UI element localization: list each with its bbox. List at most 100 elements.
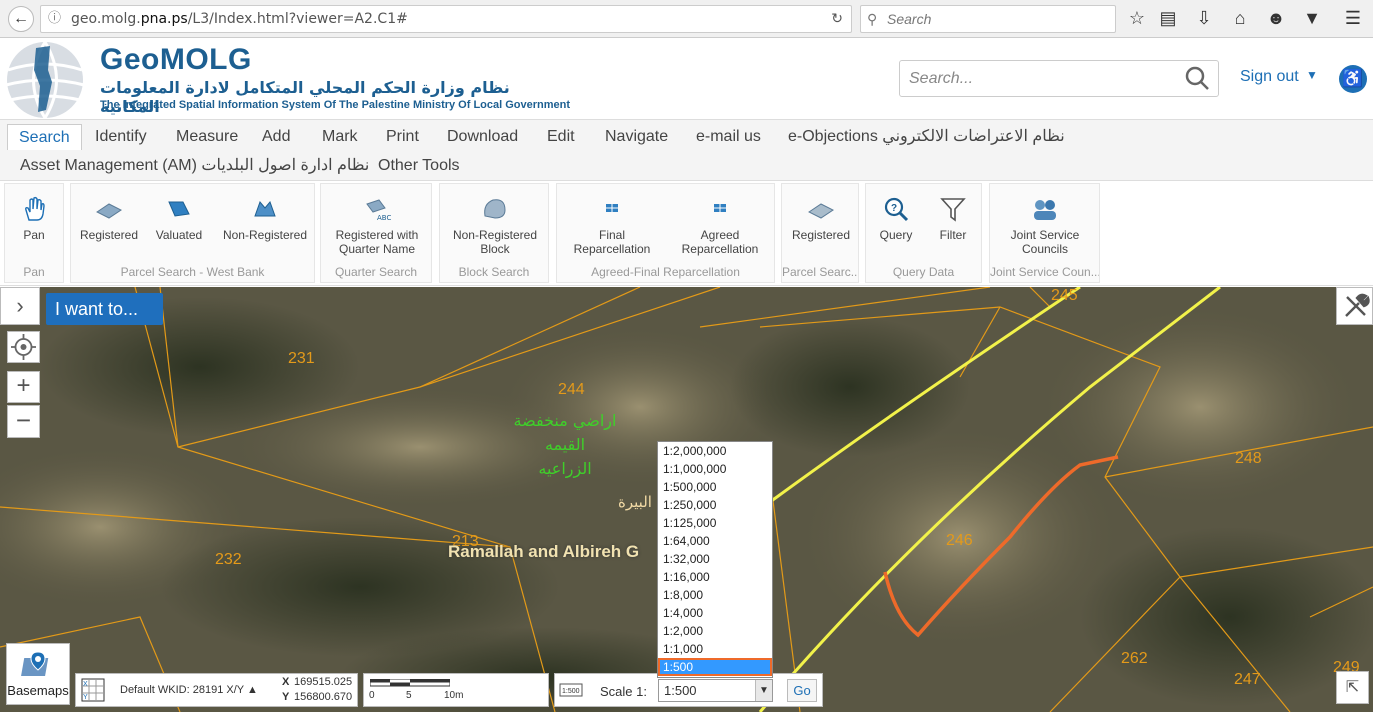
tab-measure[interactable]: Measure: [165, 124, 249, 150]
tab-add[interactable]: Add: [251, 124, 301, 150]
parcel-label: 245: [1051, 287, 1078, 304]
tab-download[interactable]: Download: [436, 124, 529, 150]
tab-e-objections[interactable]: e-Objections نظام الاعتراضات الالكتروني: [777, 124, 1076, 150]
back-arrow-icon[interactable]: ←: [8, 6, 34, 32]
pocket-icon[interactable]: ▼: [1301, 8, 1323, 28]
registered-parcel-button-2[interactable]: Registered: [786, 196, 856, 242]
svg-text:ABC: ABC: [377, 214, 391, 222]
zoom-out-minus-icon[interactable]: −: [7, 405, 40, 438]
app-search-input[interactable]: Search...: [899, 60, 1219, 97]
chevron-down-icon[interactable]: ▼: [1306, 68, 1318, 82]
tab-print[interactable]: Print: [375, 124, 430, 150]
tab-edit[interactable]: Edit: [536, 124, 586, 150]
scale-ruler-icon: 1:500: [559, 683, 583, 697]
quarter-name-icon: ABC: [366, 199, 391, 222]
home-icon[interactable]: ⌂: [1229, 8, 1251, 28]
scale-option[interactable]: 1:16,000: [658, 568, 772, 586]
zoom-in-plus-icon[interactable]: +: [7, 371, 40, 403]
app-search-placeholder: Search...: [909, 70, 974, 87]
group-pan-label: Pan: [23, 265, 45, 279]
scale-bar-graphic: [370, 679, 450, 687]
hamburger-menu-icon[interactable]: ☰: [1342, 8, 1364, 28]
parcel-label: 247: [1234, 671, 1261, 688]
group-parcel-search-label: Parcel Search - West Bank: [120, 265, 265, 279]
tools-wrench-icon[interactable]: [1336, 287, 1373, 325]
non-registered-block-button[interactable]: Non-Registered Block: [444, 196, 546, 256]
group-reparcellation-label: Agreed-Final Reparcellation: [591, 265, 740, 279]
url-path: /L3/Index.html?viewer=A2.C1#: [187, 11, 408, 27]
parcel-label: 232: [215, 551, 242, 568]
accessibility-icon[interactable]: ♿: [1339, 65, 1367, 93]
go-button[interactable]: Go: [787, 679, 817, 702]
reading-list-icon[interactable]: ▤: [1157, 8, 1179, 28]
tab-mark[interactable]: Mark: [311, 124, 369, 150]
tab-navigate[interactable]: Navigate: [594, 124, 679, 150]
bookmark-star-icon[interactable]: ☆: [1126, 8, 1148, 28]
tab-other-tools[interactable]: Other Tools: [367, 153, 471, 179]
scale-option[interactable]: 1:125,000: [658, 514, 772, 532]
browser-search-input[interactable]: ⚲ Search: [860, 5, 1116, 33]
tab-email-us[interactable]: e-mail us: [685, 124, 772, 150]
chevron-down-icon[interactable]: ▼: [755, 680, 772, 701]
final-reparcellation-button[interactable]: Final Reparcellation: [567, 196, 657, 256]
agreed-reparcellation-label: Agreed Reparcellation: [681, 228, 759, 256]
joint-service-councils-button[interactable]: Joint Service Councils: [994, 196, 1096, 256]
locate-crosshair-icon[interactable]: [7, 331, 40, 363]
non-registered-parcel-button[interactable]: Non-Registered: [217, 196, 313, 242]
smiley-icon[interactable]: ☻: [1265, 8, 1287, 28]
scale-option-selected[interactable]: 1:500: [658, 658, 772, 676]
scale-option[interactable]: 1:32,000: [658, 550, 772, 568]
registered-quarter-label: Registered with Quarter Name: [335, 228, 419, 256]
valuated-parcel-button[interactable]: Valuated: [149, 196, 209, 242]
agreed-reparcellation-button[interactable]: Agreed Reparcellation: [675, 196, 765, 256]
scale-panel: 1:500 Scale 1: 1:500 ▼ Go: [554, 673, 823, 707]
xy-grid-icon[interactable]: XY: [80, 677, 106, 703]
collapse-arrow-icon[interactable]: ⇱: [1336, 671, 1369, 704]
scale-option[interactable]: 1:64,000: [658, 532, 772, 550]
scale-option[interactable]: 1:2,000: [658, 622, 772, 640]
query-icon: ?: [884, 197, 909, 222]
scale-option[interactable]: 1:1,000: [658, 640, 772, 658]
scale-dropdown-list[interactable]: 1:2,000,000 1:1,000,000 1:500,000 1:250,…: [657, 441, 773, 678]
search-icon[interactable]: [1184, 65, 1210, 91]
tab-search[interactable]: Search: [7, 124, 82, 150]
valuated-label: Valuated: [155, 228, 203, 242]
scale-option[interactable]: 1:1,000,000: [658, 460, 772, 478]
address-bar[interactable]: ⓘ geo.molg.pna.ps/L3/Index.html?viewer=A…: [40, 5, 852, 33]
registered-quarter-button[interactable]: ABC Registered with Quarter Name: [325, 196, 429, 256]
sign-out-link[interactable]: Sign out: [1240, 68, 1299, 86]
scale-option[interactable]: 1:2,000,000: [658, 442, 772, 460]
filter-icon: [940, 198, 966, 222]
query-label: Query: [879, 228, 913, 242]
scale-option[interactable]: 1:8,000: [658, 586, 772, 604]
expand-panel-chevron-icon[interactable]: ›: [0, 287, 40, 325]
i-want-to-button[interactable]: I want to...: [46, 293, 163, 325]
scale-label: Scale 1:: [600, 684, 647, 699]
scale-option[interactable]: 1:500,000: [658, 478, 772, 496]
valuated-parcel-icon: [168, 201, 190, 217]
scale-option[interactable]: 1:4,000: [658, 604, 772, 622]
hand-icon: [25, 196, 45, 221]
scale-option[interactable]: 1:250,000: [658, 496, 772, 514]
query-button[interactable]: ? Query: [872, 196, 920, 242]
block-icon: [484, 199, 506, 219]
pan-button[interactable]: Pan: [5, 196, 63, 242]
scale-tick: 5: [406, 690, 412, 701]
joint-service-councils-label: Joint Service Councils: [1010, 228, 1080, 256]
info-icon[interactable]: ⓘ: [48, 6, 61, 32]
filter-button[interactable]: Filter: [928, 196, 978, 242]
reload-icon[interactable]: ↻: [831, 6, 843, 32]
parcel-label: 248: [1235, 450, 1262, 467]
registered-parcel-button[interactable]: Registered: [77, 196, 141, 242]
scale-tick: 0: [369, 690, 375, 701]
download-icon[interactable]: ⇩: [1193, 8, 1215, 28]
tab-asset-management[interactable]: Asset Management (AM) نظام ادارة اصول ال…: [9, 153, 380, 179]
scale-select[interactable]: 1:500 ▼: [658, 679, 773, 702]
svg-text:?: ?: [891, 203, 897, 214]
map-view[interactable]: 245 231 244 248 213 246 232 262 247 249 …: [0, 287, 1373, 712]
basemaps-button[interactable]: Basemaps: [6, 643, 70, 705]
scale-bar: 0 5 10m: [363, 673, 549, 707]
wkid-selector[interactable]: Default WKID: 28191 X/Y ▲: [120, 684, 258, 696]
tab-identify[interactable]: Identify: [84, 124, 158, 150]
globe-logo-icon: [5, 41, 85, 119]
